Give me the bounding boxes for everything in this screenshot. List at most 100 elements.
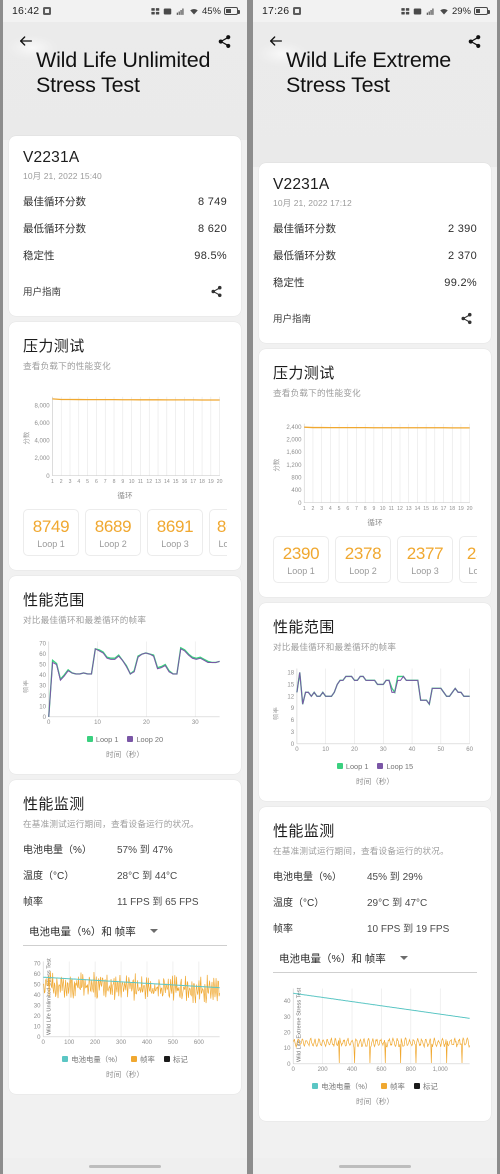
- battery-percent-label: 29%: [451, 5, 471, 17]
- back-button[interactable]: [15, 30, 37, 52]
- loop-card: 8691 Loop 3: [147, 508, 203, 556]
- legend-item: Loop 15: [377, 762, 413, 771]
- svg-text:30: 30: [192, 720, 199, 726]
- svg-text:17: 17: [441, 506, 447, 512]
- svg-text:9: 9: [291, 706, 295, 712]
- loop-card: 8749 Loop 1: [23, 508, 79, 556]
- monitor-row-temperature: 温度（°C） 29°C 到 47°C: [273, 894, 477, 909]
- stress-chart-svg: 分数 02,0004,0006,0008,000 1 2 3 4 5 6 7 8 9 10 11 12…: [23, 396, 223, 485]
- svg-text:600: 600: [194, 1040, 205, 1046]
- svg-text:3: 3: [291, 730, 295, 736]
- svg-text:13: 13: [406, 506, 412, 512]
- section-title: 性能范围: [23, 591, 85, 609]
- svg-text:8: 8: [364, 506, 367, 512]
- performance-monitor-card: 性能监测 在基准测试运行期间，查看设备运行的状况。 电池电量（%） 57% 到 4…: [9, 779, 241, 1094]
- section-subtitle: 查看负载下的性能变化: [23, 361, 111, 371]
- monitor-row-framerate: 帧率 10 FPS 到 19 FPS: [273, 920, 477, 935]
- metric-select[interactable]: 电池电量（%）和 帧率: [273, 951, 477, 973]
- screenshot-indicator-icon: [293, 7, 302, 15]
- svg-text:4,000: 4,000: [35, 439, 51, 445]
- svg-text:0: 0: [292, 1067, 296, 1073]
- loop-card: 86 Loo: [209, 508, 227, 556]
- monitor-chart-svg: Wild Life Unlimited Stress Test 0 10 20 30 4…: [34, 958, 220, 1046]
- svg-text:2,000: 2,000: [35, 456, 51, 462]
- summary-value: 8 620: [197, 222, 227, 235]
- svg-text:7: 7: [104, 479, 107, 485]
- share-button-summary[interactable]: [455, 307, 477, 329]
- legend-item: 标记: [413, 1081, 438, 1092]
- home-indicator[interactable]: [339, 1164, 411, 1168]
- legend-item: Loop 1: [86, 734, 119, 744]
- battery-icon: [224, 7, 240, 15]
- share-button-summary[interactable]: [205, 280, 227, 302]
- monitor-value: 29°C 到 47°C: [367, 897, 428, 909]
- loop-label: Loo: [218, 538, 227, 549]
- system-nav-bar[interactable]: [253, 1158, 497, 1174]
- range-chart-extreme: 帧率 0 3 6 9 12 15 18 0 10 20 30 40 50 60 Loop 1 Loop …: [273, 663, 477, 787]
- run-datetime: 10月 21, 2022 17:12: [273, 198, 352, 208]
- svg-text:0: 0: [37, 1035, 41, 1041]
- svg-text:200: 200: [318, 1067, 329, 1073]
- section-title: 性能监测: [23, 795, 85, 813]
- svg-text:7: 7: [355, 506, 358, 512]
- svg-text:2,000: 2,000: [286, 438, 302, 444]
- svg-text:70: 70: [39, 641, 46, 647]
- svg-text:15: 15: [423, 506, 429, 512]
- metric-select-value: 电池电量（%）和 帧率: [29, 925, 136, 938]
- loop-label: Loop 2: [349, 565, 377, 576]
- loop-score-list[interactable]: 8749 Loop 1 8689 Loop 2 8691 Loop 3 86 Loo: [23, 508, 227, 556]
- stress-chart-extreme: 分数 0 400 800 1,200 1,600 2,000 2,400 123456789…: [273, 409, 477, 528]
- metric-select[interactable]: 电池电量（%）和 帧率: [23, 924, 227, 946]
- monitor-value: 10 FPS 到 19 FPS: [367, 923, 450, 935]
- summary-label: 稳定性: [273, 277, 305, 289]
- loop-score: 2378: [344, 543, 382, 563]
- select-underline: [273, 971, 477, 973]
- svg-text:14: 14: [164, 479, 170, 485]
- user-guide-link[interactable]: 用户指南: [273, 311, 311, 325]
- summary-card: V2231A 10月 21, 2022 17:12 最佳循环分数 2 390 最低…: [259, 163, 491, 343]
- loop-card: 2378 Loop 2: [335, 535, 391, 583]
- svg-text:5: 5: [338, 506, 341, 512]
- loop-score-list[interactable]: 2390 Loop 1 2378 Loop 2 2377 Loop 3 23 Loo: [273, 535, 477, 583]
- svg-text:0: 0: [298, 501, 302, 507]
- y-axis-title: 帧率: [23, 679, 30, 692]
- wifi-icon: [440, 8, 448, 14]
- legend-item: 电池电量（%）: [62, 1054, 122, 1065]
- back-button[interactable]: [265, 30, 287, 52]
- svg-text:19: 19: [208, 479, 214, 485]
- monitor-value: 57% 到 47%: [117, 844, 173, 856]
- status-bar: 17:26 29%: [253, 0, 497, 22]
- svg-text:60: 60: [39, 652, 46, 658]
- user-guide-link[interactable]: 用户指南: [23, 284, 61, 298]
- svg-text:50: 50: [437, 747, 444, 753]
- system-nav-bar[interactable]: [3, 1158, 247, 1174]
- loop-score: 23: [466, 543, 477, 563]
- x-axis-title: 循环: [367, 517, 383, 527]
- svg-text:50: 50: [39, 662, 46, 668]
- hero-header: Wild Life Unlimited Stress Test: [3, 22, 247, 140]
- y-axis-title: 帧率: [273, 706, 280, 719]
- home-indicator[interactable]: [89, 1164, 161, 1168]
- svg-text:8: 8: [113, 479, 116, 485]
- svg-text:1,600: 1,600: [286, 450, 302, 456]
- svg-text:6: 6: [95, 479, 98, 485]
- svg-text:20: 20: [284, 1030, 291, 1036]
- share-icon: [210, 285, 222, 297]
- chevron-down-icon: [399, 956, 408, 961]
- legend-label: 帧率: [390, 1081, 405, 1091]
- svg-text:10: 10: [39, 704, 46, 710]
- monitor-row-battery: 电池电量（%） 57% 到 47%: [23, 841, 227, 856]
- legend-item: Loop 20: [127, 735, 163, 744]
- svg-text:3: 3: [69, 479, 72, 485]
- summary-label: 最低循环分数: [273, 250, 336, 262]
- section-subtitle: 在基准测试运行期间，查看设备运行的状况。: [23, 818, 199, 829]
- summary-row-best: 最佳循环分数 2 390: [273, 221, 477, 236]
- legend-label: Loop 15: [386, 761, 414, 771]
- svg-text:0: 0: [295, 747, 299, 753]
- svg-text:4: 4: [329, 506, 332, 512]
- stress-chart-unlimited: 分数 0 2,000 4,000 6,000 8,000 1 2 3 4 5 6 7 8 9 10 11 12…: [23, 382, 227, 501]
- legend-item: 帧率: [381, 1081, 405, 1092]
- monitor-value: 28°C 到 44°C: [117, 870, 178, 882]
- monitor-row-framerate: 帧率 11 FPS 到 65 FPS: [23, 893, 227, 908]
- legend-label: Loop 1: [95, 734, 119, 744]
